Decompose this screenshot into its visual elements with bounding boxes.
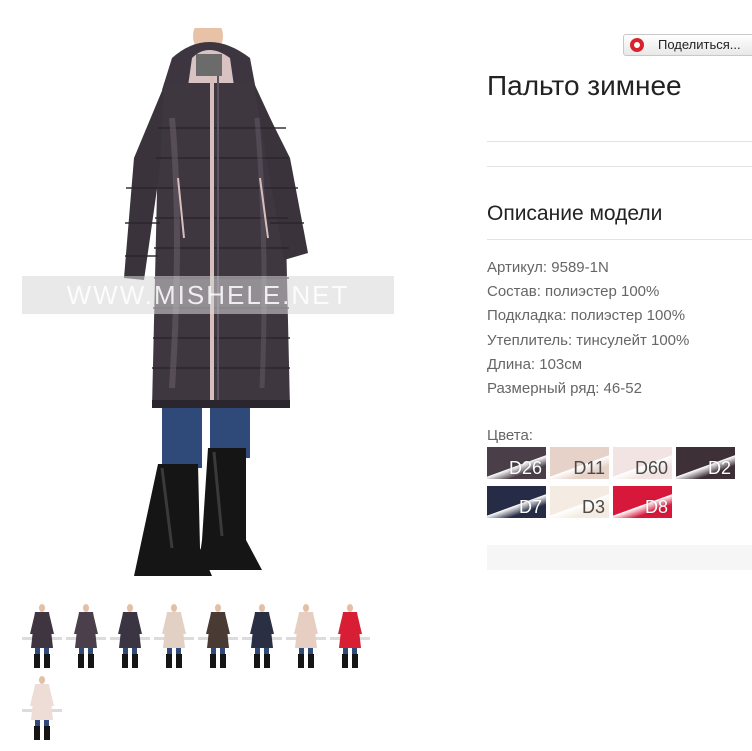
spec-insulation: Утеплитель: тинсулейт 100% [487,331,690,349]
colors-label: Цвета: [487,427,533,444]
info-bar [487,545,752,570]
spec-list: Артикул: 9589-1N Состав: полиэстер 100% … [487,256,689,401]
thumbnail-coat [118,604,142,668]
product-title: Пальто зимнее [487,70,682,101]
color-swatch[interactable]: D60 [613,447,672,479]
color-swatch[interactable]: D8 [613,486,672,518]
spec-sizes: Размерный ряд: 46-52 [487,380,642,398]
spec-composition: Состав: полиэстер 100% [487,283,660,301]
thumbnail[interactable] [22,676,62,744]
share-button[interactable]: Поделиться... [623,34,752,56]
share-icon [630,38,644,52]
color-swatch[interactable]: D26 [487,447,546,479]
thumbnail-coat [250,604,274,668]
thumbnail-coat [206,604,230,668]
thumbnail[interactable] [286,604,326,672]
color-swatch[interactable]: D3 [550,486,609,518]
thumbnail-coat [74,604,98,668]
thumbnail[interactable] [22,604,62,672]
spec-article: Артикул: 9589-1N [487,259,609,276]
description-heading: Описание модели [487,202,663,225]
thumbnail-coat [30,604,54,668]
color-swatch[interactable]: D2 [676,447,735,479]
swatch-code: D60 [634,458,668,478]
watermark: WWW.MISHELE.NET [22,276,394,314]
thumbnail-coat [162,604,186,668]
thumbnail[interactable] [154,604,194,672]
swatch-code: D8 [644,497,668,517]
thumbnail-coat [30,676,54,740]
swatch-code: D26 [508,458,542,478]
product-main-image[interactable]: WWW.MISHELE.NET [22,28,394,593]
share-label: Поделиться... [658,37,741,52]
thumbnail[interactable] [242,604,282,672]
thumbnail[interactable] [330,604,370,672]
swatch-code: D2 [707,458,731,478]
spec-length: Длина: 103см [487,355,583,373]
divider [487,239,752,240]
swatch-code: D7 [518,497,542,517]
swatch-code: D3 [581,497,605,517]
thumbnail[interactable] [110,604,150,672]
thumbnail[interactable] [66,604,106,672]
color-swatch[interactable]: D7 [487,486,546,518]
thumbnail-coat [294,604,318,668]
spec-lining: Подкладка: полиэстер 100% [487,307,686,325]
swatch-code: D11 [573,458,605,478]
color-swatch[interactable]: D11 [550,447,609,479]
divider [487,166,752,167]
divider [487,141,752,142]
thumbnail-coat [338,604,362,668]
thumbnail[interactable] [198,604,238,672]
